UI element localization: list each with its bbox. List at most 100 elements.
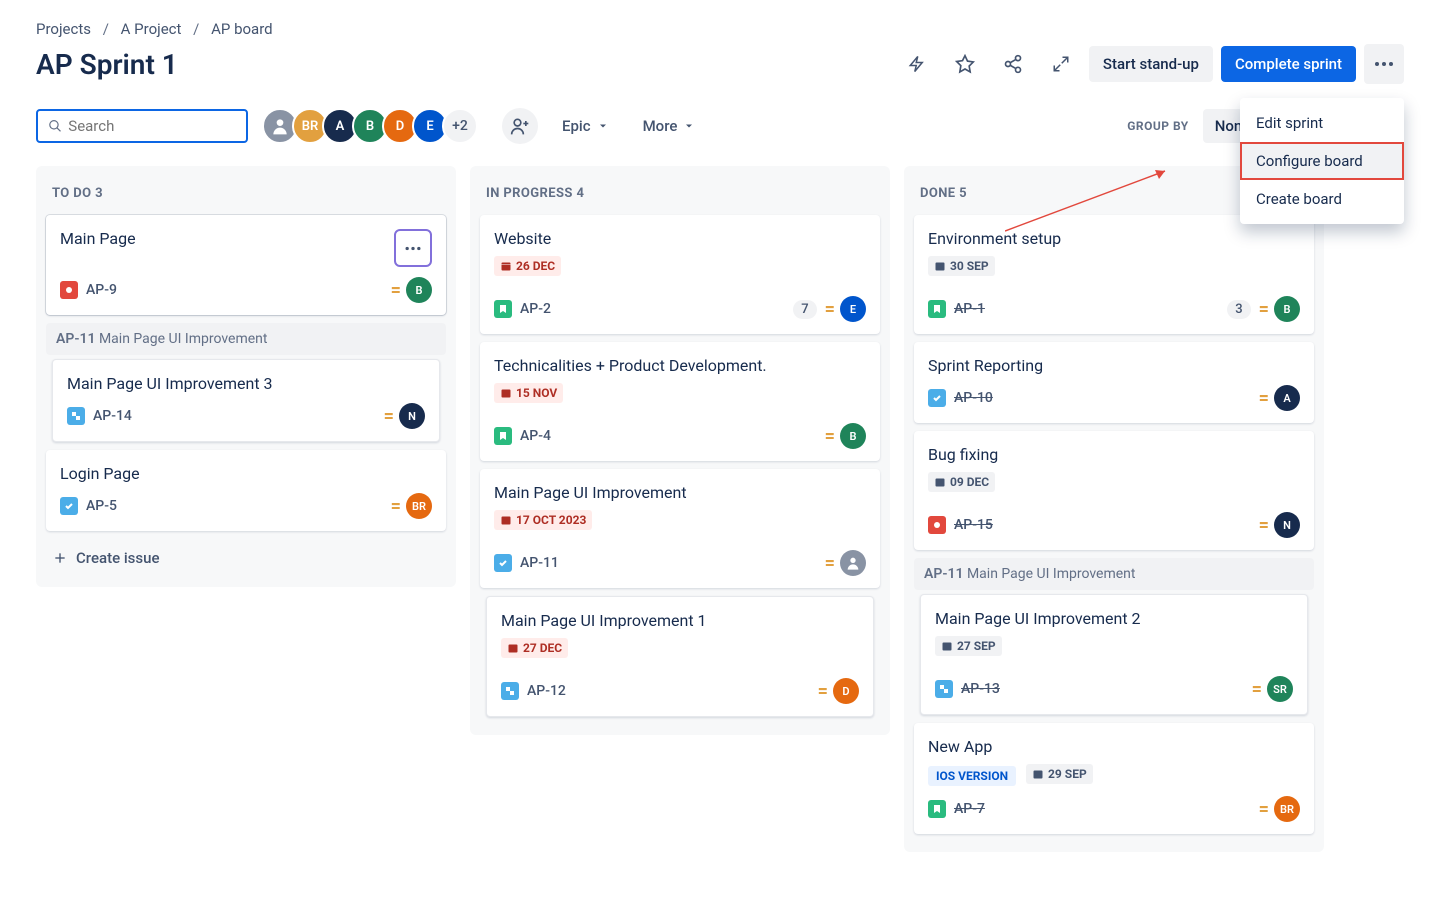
card-title: Main Page UI Improvement bbox=[494, 483, 866, 502]
create-issue-button[interactable]: Create issue bbox=[46, 539, 446, 577]
assignee-avatar[interactable]: A bbox=[1274, 385, 1300, 411]
issue-key: AP-4 bbox=[520, 428, 551, 444]
priority-icon: = bbox=[391, 280, 398, 301]
card-title: Bug fixing bbox=[928, 445, 1300, 464]
issue-key: AP-10 bbox=[954, 390, 993, 406]
issue-key: AP-1 bbox=[954, 301, 985, 317]
search-box[interactable] bbox=[36, 109, 248, 143]
issue-key: AP-11 bbox=[520, 555, 559, 571]
estimate-badge: 3 bbox=[1227, 300, 1250, 319]
priority-icon: = bbox=[825, 299, 832, 320]
subtask-icon bbox=[67, 407, 85, 425]
search-input[interactable] bbox=[68, 117, 236, 135]
issue-card[interactable]: Sprint Reporting AP-10 = A bbox=[914, 342, 1314, 423]
card-title: Sprint Reporting bbox=[928, 356, 1300, 375]
assignee-avatar[interactable]: B bbox=[406, 277, 432, 303]
calendar-icon bbox=[500, 387, 512, 399]
avatar-more[interactable]: +2 bbox=[442, 108, 478, 144]
share-icon[interactable] bbox=[993, 44, 1033, 84]
priority-icon: = bbox=[825, 426, 832, 447]
issue-key: AP-7 bbox=[954, 801, 985, 817]
edit-sprint-item[interactable]: Edit sprint bbox=[1240, 104, 1404, 142]
more-actions-button[interactable] bbox=[1364, 44, 1404, 84]
configure-board-item[interactable]: Configure board bbox=[1240, 142, 1404, 180]
issue-card[interactable]: New App IOS VERSION 29 SEP AP-7 = BR bbox=[914, 723, 1314, 834]
fullscreen-icon[interactable] bbox=[1041, 44, 1081, 84]
add-user-button[interactable] bbox=[502, 108, 538, 144]
issue-card[interactable]: Main Page UI Improvement 2 27 SEP AP-13 … bbox=[920, 594, 1308, 715]
issue-card[interactable]: Technicalities + Product Development. 15… bbox=[480, 342, 880, 461]
priority-icon: = bbox=[818, 681, 825, 702]
issue-key: AP-2 bbox=[520, 301, 551, 317]
start-standup-button[interactable]: Start stand-up bbox=[1089, 46, 1213, 82]
breadcrumb-project[interactable]: A Project bbox=[121, 20, 182, 38]
assignee-avatar[interactable]: B bbox=[840, 423, 866, 449]
story-icon bbox=[928, 300, 946, 318]
issue-card[interactable]: Website 26 DEC AP-2 7 = E bbox=[480, 215, 880, 334]
assignee-avatar[interactable]: N bbox=[1274, 512, 1300, 538]
card-title: Technicalities + Product Development. bbox=[494, 356, 866, 375]
column-header: IN PROGRESS 4 bbox=[480, 176, 880, 215]
issue-card[interactable]: Bug fixing 09 DEC AP-15 = N bbox=[914, 431, 1314, 550]
issue-key: AP-12 bbox=[527, 683, 566, 699]
header-actions: Start stand-up Complete sprint bbox=[897, 44, 1404, 84]
star-icon[interactable] bbox=[945, 44, 985, 84]
assignee-avatar[interactable]: D bbox=[833, 678, 859, 704]
issue-card[interactable]: Main Page UI Improvement 3 AP-14 = N bbox=[52, 359, 440, 442]
calendar-icon bbox=[500, 260, 512, 272]
subtask-icon bbox=[935, 680, 953, 698]
task-icon bbox=[928, 389, 946, 407]
due-date-badge: 27 DEC bbox=[501, 638, 568, 658]
complete-sprint-button[interactable]: Complete sprint bbox=[1221, 46, 1356, 82]
chevron-down-icon bbox=[683, 120, 695, 132]
due-date-badge: 17 OCT 2023 bbox=[494, 510, 592, 530]
priority-icon: = bbox=[1259, 799, 1266, 820]
issue-card[interactable]: Login Page AP-5 = BR bbox=[46, 450, 446, 531]
priority-icon: = bbox=[391, 496, 398, 517]
create-board-item[interactable]: Create board bbox=[1240, 180, 1404, 218]
story-icon bbox=[494, 427, 512, 445]
breadcrumb-projects[interactable]: Projects bbox=[36, 20, 91, 38]
label-badge: IOS VERSION bbox=[928, 766, 1016, 786]
subtask-icon bbox=[501, 682, 519, 700]
more-filter[interactable]: More bbox=[633, 109, 706, 143]
assignee-avatar[interactable] bbox=[840, 550, 866, 576]
assignee-avatar[interactable]: E bbox=[840, 296, 866, 322]
board-actions-dropdown: Edit sprint Configure board Create board bbox=[1240, 98, 1404, 224]
breadcrumb: Projects / A Project / AP board bbox=[36, 20, 1404, 38]
calendar-icon bbox=[507, 642, 519, 654]
bug-icon bbox=[60, 281, 78, 299]
due-date-badge: 15 NOV bbox=[494, 383, 563, 403]
priority-icon: = bbox=[825, 553, 832, 574]
priority-icon: = bbox=[1252, 679, 1259, 700]
issue-card[interactable]: Main Page UI Improvement 1 27 DEC AP-12 … bbox=[486, 596, 874, 717]
group-by-label: GROUP BY bbox=[1127, 119, 1189, 133]
card-title: Main Page UI Improvement 2 bbox=[935, 609, 1293, 628]
swimlane-header[interactable]: AP-11 Main Page UI Improvement bbox=[914, 558, 1314, 590]
issue-key: AP-9 bbox=[86, 282, 117, 298]
breadcrumb-board[interactable]: AP board bbox=[211, 20, 273, 38]
task-icon bbox=[494, 554, 512, 572]
issue-key: AP-5 bbox=[86, 498, 117, 514]
issue-key: AP-14 bbox=[93, 408, 132, 424]
calendar-icon bbox=[941, 640, 953, 652]
assignee-avatar[interactable]: SR bbox=[1267, 676, 1293, 702]
assignee-avatar[interactable]: B bbox=[1274, 296, 1300, 322]
calendar-icon bbox=[500, 514, 512, 526]
page-header: AP Sprint 1 Start stand-up Complete spri… bbox=[36, 44, 1404, 84]
issue-card[interactable]: Main Page UI Improvement 17 OCT 2023 AP-… bbox=[480, 469, 880, 588]
assignee-avatar[interactable]: BR bbox=[1274, 796, 1300, 822]
bug-icon bbox=[928, 516, 946, 534]
board-toolbar: BR A B D E +2 Epic More GROUP BY None In… bbox=[36, 108, 1404, 144]
automation-icon[interactable] bbox=[897, 44, 937, 84]
card-actions-button[interactable] bbox=[394, 229, 432, 267]
epic-filter[interactable]: Epic bbox=[552, 109, 619, 143]
issue-card[interactable]: Main Page AP-9 = B bbox=[46, 215, 446, 315]
story-icon bbox=[494, 300, 512, 318]
swimlane-header[interactable]: AP-11 Main Page UI Improvement bbox=[46, 323, 446, 355]
chevron-down-icon bbox=[597, 120, 609, 132]
assignee-avatar[interactable]: BR bbox=[406, 493, 432, 519]
assignee-avatar[interactable]: N bbox=[399, 403, 425, 429]
card-title: New App bbox=[928, 737, 1300, 756]
issue-card[interactable]: Environment setup 30 SEP AP-1 3 = B bbox=[914, 215, 1314, 334]
